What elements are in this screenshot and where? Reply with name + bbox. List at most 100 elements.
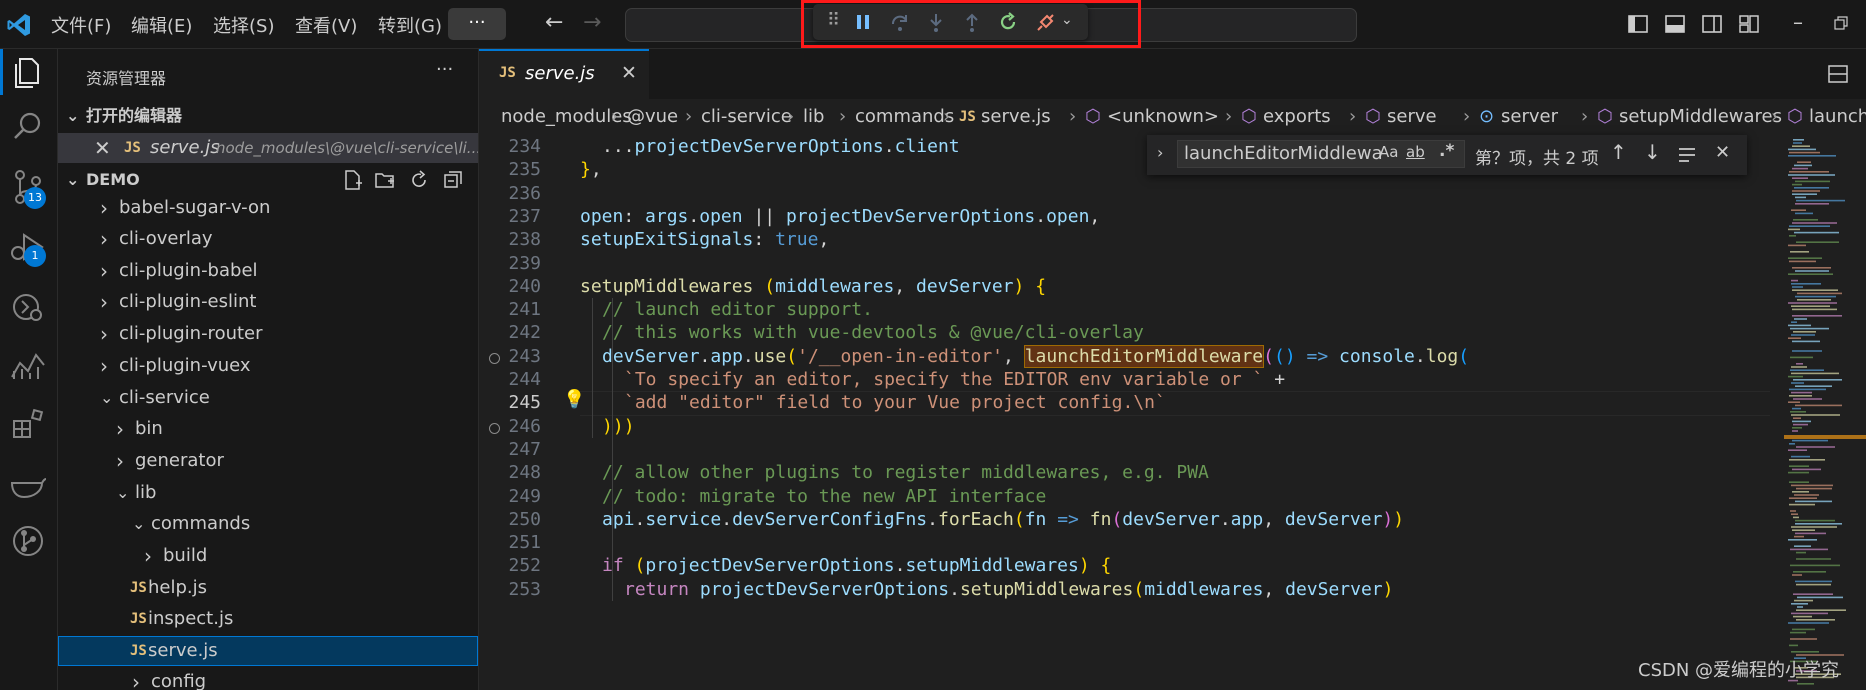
- minimap-line: [1788, 244, 1806, 247]
- sidebar-more-icon[interactable]: ···: [436, 59, 453, 80]
- line-number: 250: [508, 508, 541, 530]
- minimap-line: [1795, 203, 1829, 205]
- find-input-value: launchEditorMiddlewa: [1184, 143, 1383, 164]
- tree-folder-item[interactable]: ⌄ lib: [58, 478, 478, 508]
- minimap-line: [1789, 481, 1809, 483]
- toggle-replace-chevron-icon[interactable]: ›: [1157, 143, 1163, 162]
- menu-selection[interactable]: 选择(S): [213, 12, 274, 38]
- restore-icon[interactable]: [1834, 16, 1848, 30]
- refresh-icon[interactable]: [408, 169, 430, 191]
- js-file-icon: JS: [124, 140, 141, 156]
- arrow-down-icon[interactable]: ↓: [1644, 140, 1661, 164]
- minimap-line: [1791, 321, 1797, 323]
- sidebar-title: 资源管理器: [86, 69, 167, 88]
- chevron-down-icon: ⌄: [100, 388, 114, 407]
- breadcrumb-item[interactable]: lib: [803, 99, 824, 135]
- explorer-icon[interactable]: [8, 53, 48, 93]
- minimap-line: [1788, 622, 1829, 624]
- breadcrumb-item[interactable]: cli-service: [701, 99, 792, 135]
- breadcrumb-item[interactable]: exports: [1263, 99, 1331, 135]
- close-icon[interactable]: ✕: [621, 62, 637, 84]
- new-folder-icon[interactable]: [374, 169, 396, 191]
- toggle-panel-icon[interactable]: [1664, 13, 1686, 35]
- menu-file[interactable]: 文件(F): [51, 12, 111, 38]
- toggle-secondary-sidebar-icon[interactable]: [1701, 13, 1723, 35]
- toggle-primary-sidebar-icon[interactable]: [1627, 13, 1649, 35]
- minimap-line: [1791, 391, 1812, 394]
- symbol-cube-icon: ⬡: [1365, 106, 1381, 127]
- match-case-button[interactable]: Aa: [1379, 143, 1398, 161]
- tree-folder-item[interactable]: › bin: [58, 414, 478, 444]
- collapse-all-icon[interactable]: [442, 169, 464, 191]
- breadcrumb-item[interactable]: launchEditorMiddleware: [1809, 99, 1866, 135]
- tab-serve-js[interactable]: JS serve.js ✕: [479, 49, 649, 99]
- docker-icon[interactable]: [8, 463, 48, 503]
- back-arrow-icon[interactable]: ←: [545, 10, 563, 35]
- minimap-line: [1789, 395, 1812, 397]
- minimap-line: [1796, 241, 1839, 243]
- minimap-line: [1792, 267, 1831, 269]
- tree-folder-item[interactable]: › cli-overlay: [58, 224, 478, 254]
- extensions-icon[interactable]: [8, 403, 48, 443]
- tree-file-item[interactable]: JS help.js: [58, 573, 478, 603]
- chevron-right-icon: ›: [943, 106, 951, 127]
- tree-folder-item[interactable]: › cli-plugin-babel: [58, 256, 478, 286]
- tree-folder-item[interactable]: › cli-plugin-router: [58, 319, 478, 349]
- tree-folder-item[interactable]: ⌄ commands: [58, 509, 478, 539]
- minimap-line: [1788, 539, 1817, 541]
- code-line: ))): [602, 415, 635, 437]
- arrow-up-icon[interactable]: ↑: [1610, 140, 1627, 164]
- menu-view[interactable]: 查看(V): [295, 12, 357, 38]
- minimap[interactable]: [1780, 135, 1866, 690]
- minimap-line: [1792, 315, 1842, 317]
- tree-folder-item[interactable]: › babel-sugar-v-on: [58, 193, 478, 223]
- more-menu-button[interactable]: ···: [448, 8, 506, 40]
- breadcrumb-item[interactable]: <unknown>: [1107, 99, 1219, 135]
- minimize-icon[interactable]: –: [1793, 10, 1803, 34]
- tree-folder-item[interactable]: › build: [58, 541, 478, 571]
- find-in-selection-icon[interactable]: [1677, 145, 1697, 165]
- search-icon[interactable]: [8, 107, 48, 147]
- close-icon[interactable]: ✕: [94, 133, 111, 163]
- forward-arrow-icon[interactable]: →: [583, 10, 601, 35]
- split-editor-icon[interactable]: [1827, 63, 1849, 85]
- close-icon[interactable]: ✕: [1715, 142, 1730, 163]
- menu-go[interactable]: 转到(G): [378, 12, 442, 38]
- tree-folder-item[interactable]: › generator: [58, 446, 478, 476]
- breadcrumb-item[interactable]: server: [1501, 99, 1558, 135]
- minimap-line: [1792, 628, 1815, 631]
- use-regex-button[interactable]: .*: [1439, 141, 1454, 161]
- breadcrumb-item[interactable]: serve: [1387, 99, 1437, 135]
- open-editors-header[interactable]: ⌄ 打开的编辑器: [58, 101, 478, 131]
- find-widget: › launchEditorMiddlewa Aa ab .* 第？项，共 2 …: [1147, 135, 1747, 175]
- git-graph-icon[interactable]: [8, 521, 48, 561]
- minimap-line: [1792, 529, 1815, 531]
- breadcrumb-item[interactable]: serve.js: [981, 99, 1051, 135]
- tree-folder-item[interactable]: ⌄ cli-service: [58, 383, 478, 413]
- tree-folder-item[interactable]: › cli-plugin-eslint: [58, 287, 478, 317]
- breakpoint-hint-icon[interactable]: [489, 352, 500, 364]
- code-line: return projectDevServerOptions.setupMidd…: [624, 578, 1394, 600]
- minimap-line: [1796, 363, 1803, 365]
- tree-file-item[interactable]: JS inspect.js: [58, 604, 478, 634]
- breadcrumb-item[interactable]: @vue: [627, 99, 678, 135]
- remote-explorer-icon[interactable]: [8, 287, 48, 327]
- breadcrumb-item[interactable]: setupMiddlewares: [1619, 99, 1782, 135]
- find-result-count: 第？项，共 2 项: [1475, 149, 1599, 169]
- timeline-chart-icon[interactable]: [8, 345, 48, 385]
- tree-folder-item[interactable]: › config: [58, 667, 478, 690]
- match-whole-word-button[interactable]: ab: [1406, 143, 1425, 161]
- minimap-line: [1792, 167, 1808, 170]
- customize-layout-icon[interactable]: [1738, 13, 1760, 35]
- breadcrumb-item[interactable]: commands: [855, 99, 954, 135]
- code-editor[interactable]: ...projectDevServerOptions.client}, open:…: [580, 135, 1770, 690]
- open-editor-item[interactable]: ✕ JS serve.js node_modules\@vue\cli-serv…: [58, 133, 478, 163]
- menu-edit[interactable]: 编辑(E): [131, 12, 192, 38]
- new-file-icon[interactable]: [341, 169, 363, 191]
- tree-folder-item[interactable]: › cli-plugin-vuex: [58, 351, 478, 381]
- tree-file-item[interactable]: JS serve.js: [58, 636, 478, 666]
- breakpoint-hint-icon[interactable]: [489, 422, 500, 434]
- js-file-icon: JS: [130, 643, 147, 659]
- workspace-label: DEMO: [86, 170, 140, 189]
- minimap-line: [1794, 187, 1829, 189]
